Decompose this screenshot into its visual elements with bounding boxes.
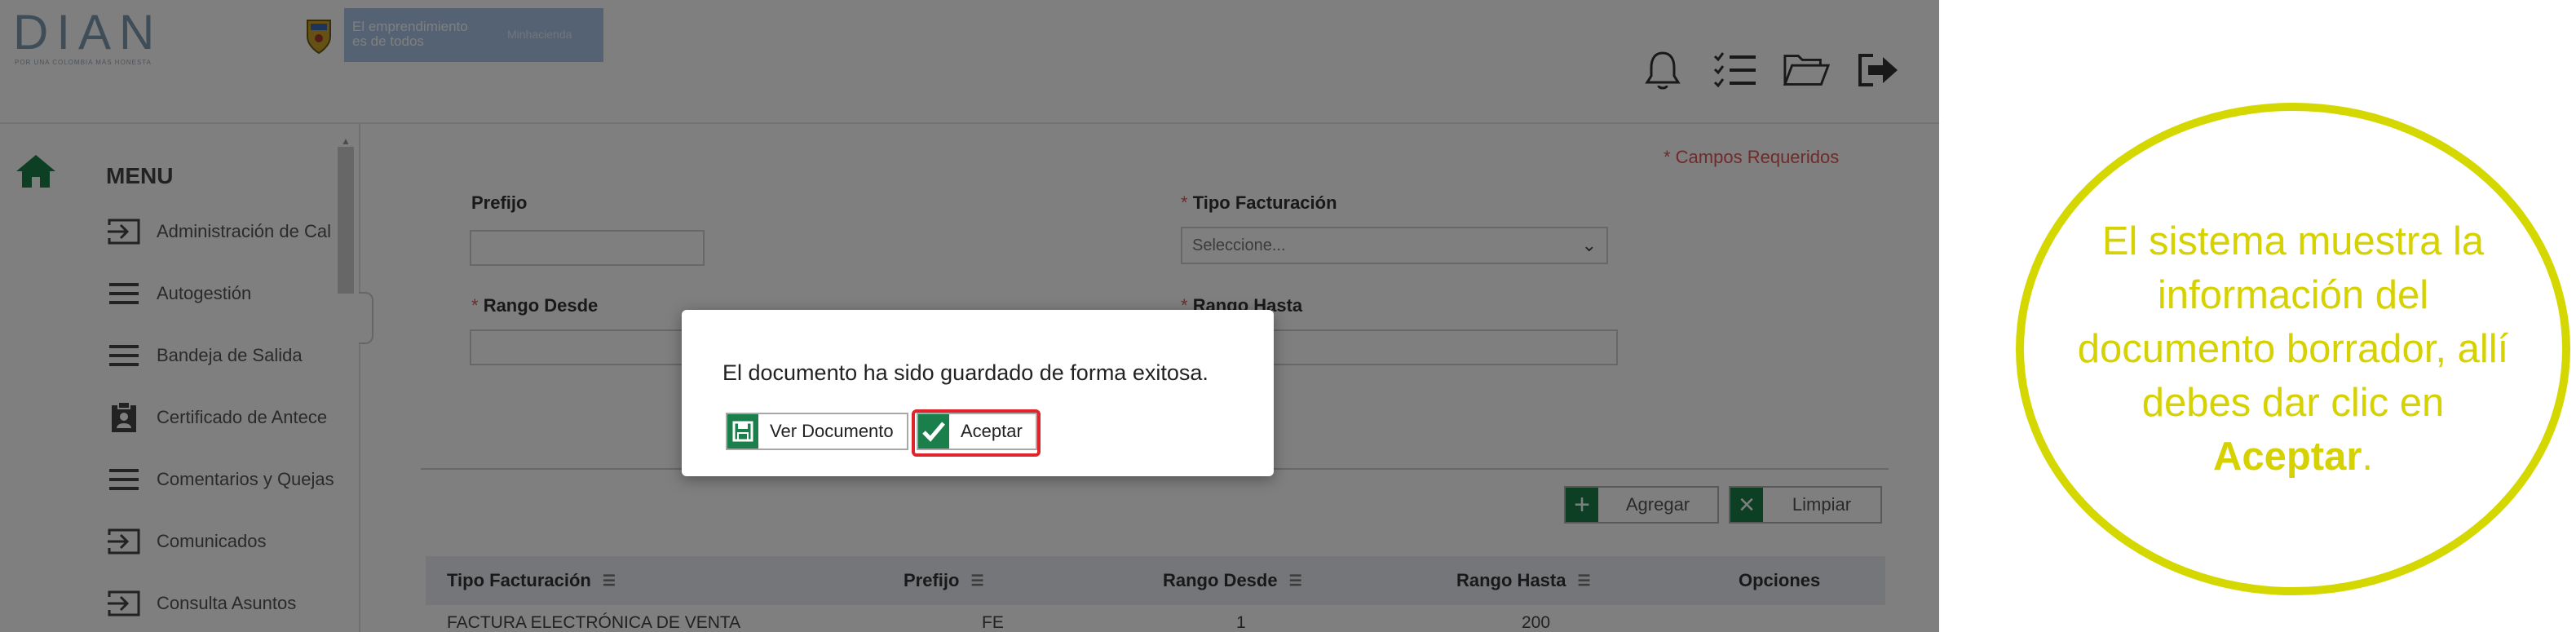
callout-text: El sistema muestra la información del do… bbox=[2065, 214, 2521, 484]
save-icon bbox=[727, 414, 758, 449]
application-window: DIAN POR UNA COLOMBIA MÁS HONESTA El emp… bbox=[0, 0, 1939, 632]
aceptar-highlight-box bbox=[912, 409, 1041, 457]
instruction-callout: El sistema muestra la información del do… bbox=[2016, 103, 2570, 595]
ver-documento-button[interactable]: Ver Documento bbox=[726, 413, 908, 450]
callout-text-end: . bbox=[2362, 435, 2374, 479]
ver-documento-label: Ver Documento bbox=[770, 421, 894, 441]
callout-text-main: El sistema muestra la información del do… bbox=[2077, 219, 2509, 425]
dialog-message: El documento ha sido guardado de forma e… bbox=[722, 360, 1208, 385]
callout-text-bold: Aceptar bbox=[2212, 435, 2362, 479]
